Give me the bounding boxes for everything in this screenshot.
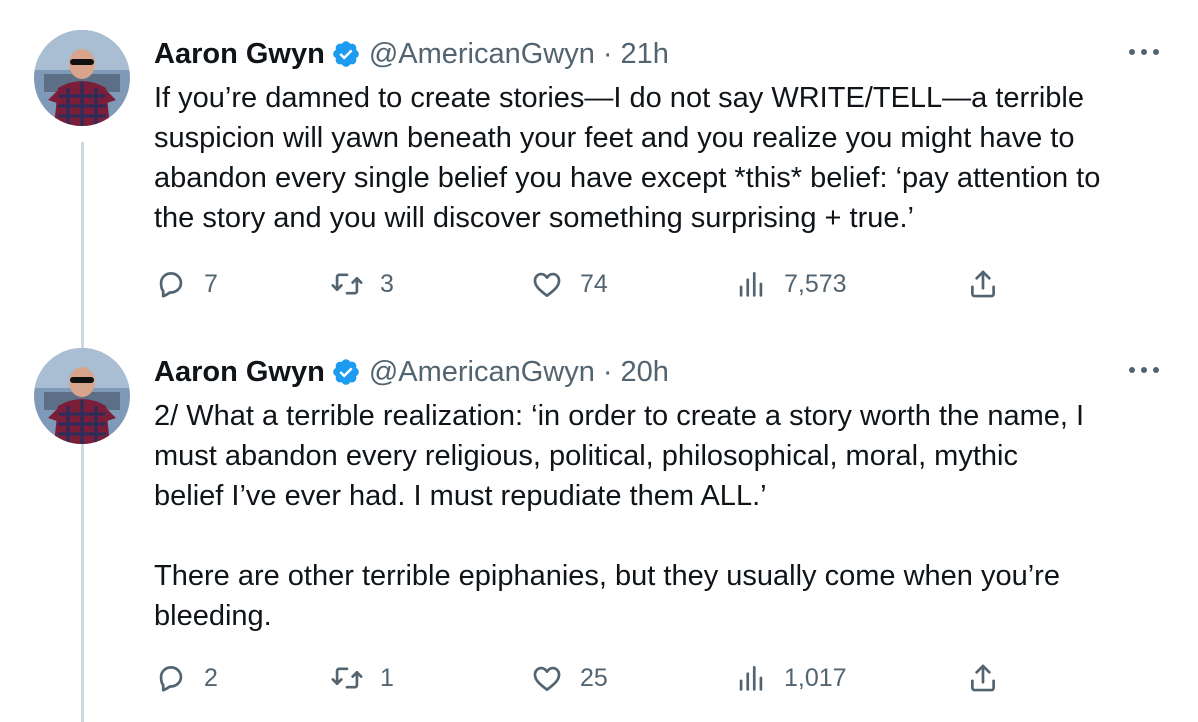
verified-icon: [331, 39, 361, 69]
views-button[interactable]: 7,573: [734, 264, 847, 304]
tweet-text: If you’re damned to create stories—I do …: [154, 82, 1101, 234]
more-icon[interactable]: [1126, 360, 1162, 380]
like-button[interactable]: 74: [530, 264, 608, 304]
like-count: 74: [580, 269, 608, 298]
timestamp[interactable]: 20h: [621, 354, 669, 390]
tweet-header: Aaron Gwyn @AmericanGwyn · 21h: [154, 34, 669, 74]
tweet-text: 2/ What a terrible realization: ‘in orde…: [154, 400, 1085, 632]
reply-count: 2: [204, 663, 218, 692]
avatar[interactable]: [34, 348, 130, 444]
share-icon: [966, 661, 1000, 695]
views-count: 7,573: [784, 269, 847, 298]
action-bar: 2 1 25 1,017: [154, 658, 1014, 698]
retweet-count: 1: [380, 663, 394, 692]
reply-icon: [154, 267, 188, 301]
share-icon: [966, 267, 1000, 301]
verified-icon: [331, 357, 361, 387]
retweet-icon: [330, 267, 364, 301]
like-button[interactable]: 25: [530, 658, 608, 698]
reply-count: 7: [204, 269, 218, 298]
action-bar: 7 3 74 7,573: [154, 264, 1014, 304]
retweet-count: 3: [380, 269, 394, 298]
retweet-button[interactable]: 3: [330, 264, 394, 304]
timestamp[interactable]: 21h: [621, 36, 669, 72]
avatar[interactable]: [34, 30, 130, 126]
views-icon: [734, 267, 768, 301]
author-name[interactable]: Aaron Gwyn: [154, 354, 325, 390]
reply-button[interactable]: 7: [154, 264, 218, 304]
views-icon: [734, 661, 768, 695]
like-icon: [530, 267, 564, 301]
more-icon[interactable]: [1126, 42, 1162, 62]
share-button[interactable]: [966, 264, 1000, 304]
reply-button[interactable]: 2: [154, 658, 218, 698]
like-count: 25: [580, 663, 608, 692]
separator-dot: ·: [602, 356, 613, 388]
reply-icon: [154, 661, 188, 695]
retweet-button[interactable]: 1: [330, 658, 394, 698]
author-handle[interactable]: @AmericanGwyn: [369, 354, 595, 390]
retweet-icon: [330, 661, 364, 695]
views-button[interactable]: 1,017: [734, 658, 847, 698]
tweet-header: Aaron Gwyn @AmericanGwyn · 20h: [154, 352, 669, 392]
share-button[interactable]: [966, 658, 1000, 698]
separator-dot: ·: [602, 38, 613, 70]
author-name[interactable]: Aaron Gwyn: [154, 36, 325, 72]
author-handle[interactable]: @AmericanGwyn: [369, 36, 595, 72]
like-icon: [530, 661, 564, 695]
views-count: 1,017: [784, 663, 847, 692]
